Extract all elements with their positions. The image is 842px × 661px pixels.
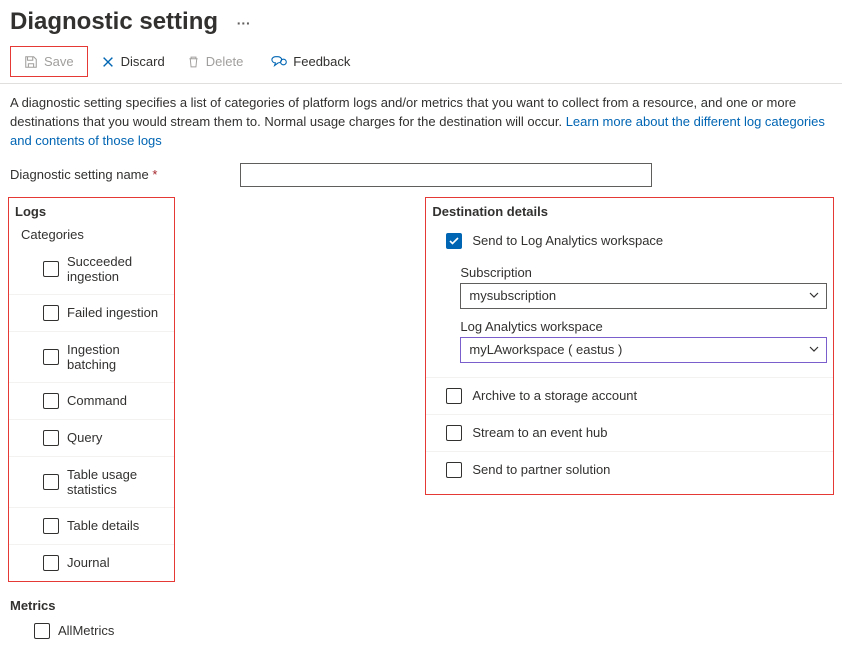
checkbox[interactable] — [43, 555, 59, 571]
subscription-value: mysubscription — [469, 288, 556, 303]
delete-button[interactable]: Delete — [178, 49, 253, 74]
delete-icon — [187, 55, 200, 69]
name-label: Diagnostic setting name * — [10, 167, 232, 182]
checkbox[interactable] — [43, 305, 59, 321]
save-button[interactable]: Save — [15, 49, 83, 74]
log-category-label: Succeeded ingestion — [67, 254, 168, 284]
log-category-label: Ingestion batching — [67, 342, 168, 372]
log-category-label: Query — [67, 430, 102, 445]
log-category-row[interactable]: Command — [9, 383, 174, 420]
more-icon[interactable]: ··· — [225, 15, 251, 31]
destination-panel: Destination details Send to Log Analytic… — [425, 197, 834, 495]
log-category-label: Command — [67, 393, 127, 408]
log-category-row[interactable]: Table usage statistics — [9, 457, 174, 508]
checkbox[interactable] — [43, 393, 59, 409]
logs-panel: Logs Categories Succeeded ingestion Fail… — [8, 197, 175, 582]
checkbox[interactable] — [446, 388, 462, 404]
dest-partner-label: Send to partner solution — [472, 462, 610, 477]
chevron-down-icon — [808, 343, 820, 355]
log-category-label: Table usage statistics — [67, 467, 168, 497]
log-category-label: Journal — [67, 555, 110, 570]
checkbox[interactable] — [43, 261, 59, 277]
dest-log-analytics-row[interactable]: Send to Log Analytics workspace — [426, 223, 833, 259]
required-asterisk: * — [152, 167, 157, 182]
log-category-row[interactable]: Query — [9, 420, 174, 457]
law-label: Log Analytics workspace — [460, 319, 827, 337]
law-field: Log Analytics workspace myLAworkspace ( … — [426, 313, 833, 378]
log-category-row[interactable]: Succeeded ingestion — [9, 244, 174, 295]
dest-log-analytics-label: Send to Log Analytics workspace — [472, 233, 663, 248]
logs-title: Logs — [9, 198, 174, 223]
page-title: Diagnostic setting ··· — [0, 0, 842, 42]
dest-partner-row[interactable]: Send to partner solution — [426, 452, 833, 488]
logs-list: Succeeded ingestion Failed ingestion Ing… — [9, 244, 174, 581]
name-row: Diagnostic setting name * — [0, 161, 842, 197]
name-input[interactable] — [240, 163, 652, 187]
feedback-icon — [271, 55, 287, 69]
subscription-label: Subscription — [460, 265, 827, 283]
subscription-select[interactable]: mysubscription — [460, 283, 827, 309]
checkbox[interactable] — [43, 430, 59, 446]
toolbar: Save Discard Delete Feedback — [0, 42, 842, 84]
log-category-label: Failed ingestion — [67, 305, 158, 320]
page-title-text: Diagnostic setting — [10, 8, 218, 35]
dest-archive-label: Archive to a storage account — [472, 388, 637, 403]
log-category-row[interactable]: Journal — [9, 545, 174, 581]
checkbox[interactable] — [446, 425, 462, 441]
save-label: Save — [44, 54, 74, 69]
log-category-row[interactable]: Ingestion batching — [9, 332, 174, 383]
destination-title: Destination details — [426, 198, 833, 223]
law-select[interactable]: myLAworkspace ( eastus ) — [460, 337, 827, 363]
log-category-label: Table details — [67, 518, 139, 533]
dest-eventhub-row[interactable]: Stream to an event hub — [426, 415, 833, 452]
log-category-row[interactable]: Failed ingestion — [9, 295, 174, 332]
discard-button[interactable]: Discard — [92, 49, 174, 74]
dest-archive-row[interactable]: Archive to a storage account — [426, 378, 833, 415]
intro-text: A diagnostic setting specifies a list of… — [0, 84, 842, 161]
log-category-row[interactable]: Table details — [9, 508, 174, 545]
metrics-label: AllMetrics — [58, 623, 114, 638]
delete-label: Delete — [206, 54, 244, 69]
law-value: myLAworkspace ( eastus ) — [469, 342, 622, 357]
metrics-row[interactable]: AllMetrics — [10, 613, 832, 649]
subscription-field: Subscription mysubscription — [426, 259, 833, 313]
metrics-title: Metrics — [10, 598, 832, 613]
checkbox[interactable] — [43, 518, 59, 534]
checkbox[interactable] — [43, 474, 59, 490]
checkbox[interactable] — [446, 233, 462, 249]
discard-icon — [101, 55, 115, 69]
discard-label: Discard — [121, 54, 165, 69]
logs-categories-label: Categories — [9, 223, 174, 244]
dest-eventhub-label: Stream to an event hub — [472, 425, 607, 440]
checkbox[interactable] — [446, 462, 462, 478]
chevron-down-icon — [808, 289, 820, 301]
metrics-section: Metrics AllMetrics — [0, 594, 842, 661]
checkbox[interactable] — [43, 349, 59, 365]
feedback-button[interactable]: Feedback — [262, 49, 359, 74]
checkbox[interactable] — [34, 623, 50, 639]
save-icon — [24, 55, 38, 69]
feedback-label: Feedback — [293, 54, 350, 69]
